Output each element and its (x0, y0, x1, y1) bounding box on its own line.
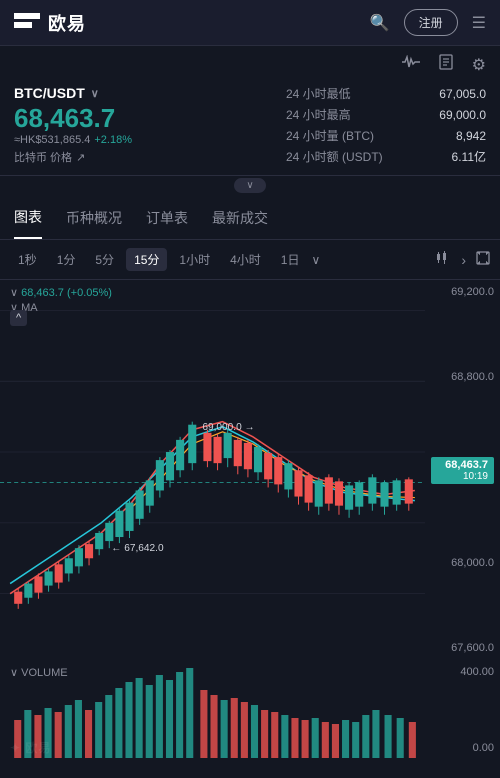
toolbar: ⚙ (0, 46, 500, 79)
vol-y-label-bottom: 0.00 (431, 742, 494, 754)
stat-high: 24 小时最高 69,000.0 (286, 106, 486, 123)
btc-label: 比特币 价格 ↗ (14, 149, 266, 165)
register-button[interactable]: 注册 (404, 9, 458, 36)
settings-icon[interactable]: ⚙ (472, 55, 486, 75)
tab-trades[interactable]: 最新成交 (212, 198, 268, 238)
fullscreen-icon[interactable] (476, 251, 490, 268)
chart-main[interactable]: ∨ 68,463.7 (+0.05%) ∨ MA ^ (0, 280, 425, 660)
header-right: 🔍 注册 ☰ (370, 9, 486, 36)
stat-vol-usdt: 24 小时额 (USDT) 6.11亿 (286, 148, 486, 165)
volume-main: ∨ VOLUME (0, 660, 425, 760)
logo-text: 欧易 (48, 10, 86, 36)
vol-y-label-top: 400.00 (431, 666, 494, 678)
time-bar: 1秒 1分 5分 15分 1小时 4小时 1日 ∨ › (0, 240, 500, 280)
watermark: ✦ 欧易 (10, 739, 51, 756)
volume-area: ∨ VOLUME (0, 660, 500, 760)
stat-vol-btc: 24 小时量 (BTC) 8,942 (286, 127, 486, 144)
chart-price-label: ∨ 68,463.7 (+0.05%) (10, 286, 112, 299)
time-1d[interactable]: 1日 (273, 248, 308, 271)
y-label-4: 68,000.0 (431, 557, 494, 569)
price-area: BTC/USDT ∨ 68,463.7 ≈HK$531,865.4 +2.18%… (0, 79, 500, 176)
search-icon[interactable]: 🔍 (370, 13, 390, 33)
chart-y-axis: 69,200.0 68,800.0 68,463.7 10:19 68,000.… (425, 280, 500, 660)
current-price-tag: 68,463.7 10:19 (431, 457, 494, 484)
logo-area: 欧易 (14, 10, 86, 36)
price-stats: 24 小时最低 67,005.0 24 小时最高 69,000.0 24 小时量… (286, 85, 486, 165)
tab-chart[interactable]: 图表 (14, 197, 42, 239)
volume-y-axis: 400.00 0.00 (425, 660, 500, 760)
time-5m[interactable]: 5分 (87, 248, 122, 271)
y-label-2: 68,800.0 (431, 371, 494, 383)
svg-text:← 67,642.0: ← 67,642.0 (111, 543, 164, 554)
pulse-icon[interactable] (402, 55, 420, 74)
document-icon[interactable] (438, 54, 454, 75)
chart-container: ∨ 68,463.7 (+0.05%) ∨ MA ^ (0, 280, 500, 660)
price-left: BTC/USDT ∨ 68,463.7 ≈HK$531,865.4 +2.18%… (14, 85, 266, 165)
time-4h[interactable]: 4小时 (222, 248, 269, 271)
stat-low: 24 小时最低 67,005.0 (286, 85, 486, 102)
time-bar-icons: › (435, 251, 490, 268)
time-15m[interactable]: 15分 (126, 248, 167, 271)
collapse-button[interactable]: ∨ (234, 178, 265, 193)
main-price: 68,463.7 (14, 105, 266, 131)
volume-label: ∨ VOLUME (10, 666, 68, 679)
time-separator: ∨ (311, 253, 320, 267)
logo-icon (14, 13, 40, 33)
chevron-right-icon[interactable]: › (461, 252, 466, 268)
hk-price: ≈HK$531,865.4 +2.18% (14, 134, 266, 146)
time-1m[interactable]: 1分 (49, 248, 84, 271)
pair-name: BTC/USDT ∨ (14, 85, 266, 101)
expand-button[interactable]: ^ (10, 310, 27, 326)
pair-label: BTC/USDT (14, 85, 85, 101)
price-change: +2.18% (94, 134, 132, 146)
header: 欧易 🔍 注册 ☰ (0, 0, 500, 46)
menu-icon[interactable]: ☰ (472, 13, 486, 33)
tabs: 图表 币种概况 订单表 最新成交 (0, 197, 500, 240)
collapse-bar: ∨ (0, 176, 500, 197)
candle-icon[interactable] (435, 251, 451, 268)
tab-overview[interactable]: 币种概况 (66, 198, 122, 238)
pair-chevron[interactable]: ∨ (91, 87, 99, 100)
svg-text:69,000.0 →: 69,000.0 → (202, 422, 254, 433)
tab-orderbook[interactable]: 订单表 (146, 198, 188, 238)
external-icon[interactable]: ↗ (76, 151, 85, 164)
time-1s[interactable]: 1秒 (10, 248, 45, 271)
y-label-5: 67,600.0 (431, 642, 494, 654)
y-label-1: 69,200.0 (431, 286, 494, 298)
time-1h[interactable]: 1小时 (171, 248, 218, 271)
